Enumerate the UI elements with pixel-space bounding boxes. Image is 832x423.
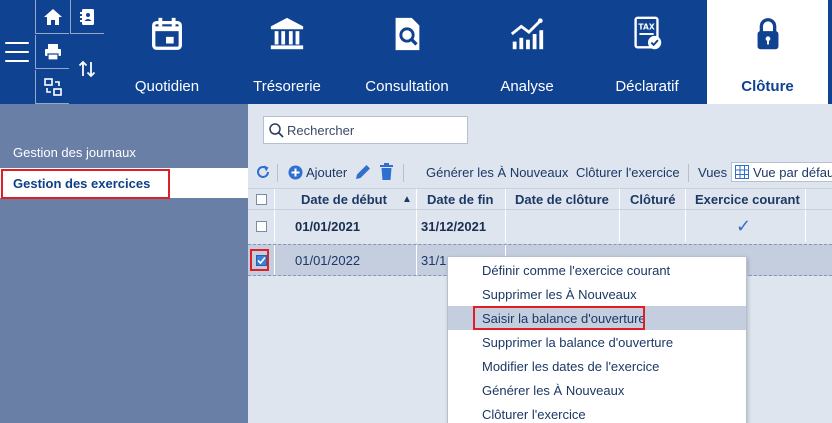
- select-all-checkbox[interactable]: [256, 189, 267, 209]
- add-icon[interactable]: [288, 165, 303, 180]
- quick-access-grid: [35, 0, 105, 104]
- home-icon[interactable]: [35, 0, 69, 34]
- tab-quotidien[interactable]: Quotidien: [108, 0, 226, 104]
- search-placeholder: Rechercher: [287, 122, 355, 138]
- sidebar: Gestion des journaux Gestion des exercic…: [0, 104, 248, 423]
- chart-growth-icon: [507, 14, 547, 54]
- menu-item-set-current[interactable]: Définir comme l'exercice courant: [448, 258, 746, 282]
- column-exercice-courant[interactable]: Exercice courant: [695, 189, 800, 209]
- sidebar-item-label: Gestion des journaux: [13, 144, 136, 160]
- tax-document-icon: TAX: [627, 14, 667, 54]
- menu-item-delete-a-nouveaux[interactable]: Supprimer les À Nouveaux: [448, 282, 746, 306]
- menu-item-generate-a-nouveaux[interactable]: Générer les À Nouveaux: [448, 378, 746, 402]
- address-book-icon[interactable]: [70, 0, 104, 34]
- tab-label: Quotidien: [134, 78, 200, 95]
- column-date-fin[interactable]: Date de fin: [427, 189, 493, 209]
- column-cloture[interactable]: Clôturé: [630, 189, 676, 209]
- tab-consultation[interactable]: Consultation: [346, 0, 468, 104]
- tab-label: Trésorerie: [253, 78, 321, 95]
- table-header: Date de début ▲ Date de fin Date de clôt…: [248, 188, 832, 210]
- svg-text:TAX: TAX: [638, 22, 654, 31]
- transfer-icon[interactable]: [35, 70, 69, 104]
- printer-icon[interactable]: [35, 35, 69, 69]
- sidebar-item-exercices[interactable]: Gestion des exercices: [0, 168, 248, 199]
- toolbar-separator: [277, 164, 278, 182]
- delete-trash-icon[interactable]: [379, 163, 394, 181]
- grid-view-icon: [735, 165, 749, 179]
- edit-pencil-icon[interactable]: [354, 163, 372, 181]
- tab-cloture[interactable]: Clôture: [707, 0, 828, 104]
- row-checkbox[interactable]: [256, 210, 267, 242]
- menu-item-enter-opening-balance[interactable]: Saisir la balance d'ouverture: [448, 306, 746, 330]
- refresh-icon[interactable]: [255, 164, 271, 180]
- column-divider: [274, 210, 275, 242]
- sort-arrows-icon[interactable]: [70, 52, 104, 86]
- column-divider: [685, 210, 686, 242]
- column-divider: [505, 189, 506, 209]
- column-divider: [685, 189, 686, 209]
- highlight-box: [250, 249, 269, 271]
- tab-tresorerie[interactable]: Trésorerie: [228, 0, 346, 104]
- column-divider: [416, 189, 417, 209]
- tab-label: Déclaratif: [615, 78, 679, 95]
- generate-a-nouveaux-button[interactable]: Générer les À Nouveaux: [426, 165, 568, 180]
- cell-date-debut: 01/01/2022: [295, 252, 361, 268]
- cell-date-fin: 31/1: [421, 252, 447, 268]
- column-divider: [619, 189, 620, 209]
- tab-label: Analyse: [500, 78, 554, 95]
- menu-item-delete-opening-balance[interactable]: Supprimer la balance d'ouverture: [448, 330, 746, 354]
- column-divider: [274, 189, 275, 209]
- calendar-icon: [147, 14, 187, 54]
- column-divider: [505, 210, 506, 242]
- search-input[interactable]: Rechercher: [263, 116, 468, 144]
- lock-icon: [748, 14, 788, 54]
- tab-declaratif[interactable]: TAX Déclaratif: [588, 0, 706, 104]
- column-divider: [805, 189, 806, 209]
- menu-item-close-exercise[interactable]: Clôturer l'exercice: [448, 402, 746, 423]
- views-label: Vues: [698, 165, 728, 180]
- tab-analyse[interactable]: Analyse: [468, 0, 586, 104]
- add-button[interactable]: Ajouter: [306, 165, 347, 180]
- menu-item-edit-dates[interactable]: Modifier les dates de l'exercice: [448, 354, 746, 378]
- bank-icon: [267, 14, 307, 54]
- view-select[interactable]: Vue par défaut: [731, 162, 832, 182]
- table-row[interactable]: 01/01/2021 31/12/2021 ✓: [248, 210, 832, 242]
- toolbar-separator: [688, 164, 689, 182]
- sidebar-item-journaux[interactable]: Gestion des journaux: [0, 137, 248, 167]
- column-divider: [274, 245, 275, 275]
- current-checkmark-icon: ✓: [736, 215, 752, 236]
- cell-date-debut: 01/01/2021: [295, 218, 361, 234]
- column-divider: [805, 210, 806, 242]
- column-divider: [416, 210, 417, 242]
- document-search-icon: [387, 14, 427, 54]
- toolbar-separator: [403, 164, 404, 182]
- column-date-debut[interactable]: Date de début: [301, 189, 387, 209]
- sort-ascending-icon[interactable]: ▲: [402, 189, 412, 209]
- context-menu: Définir comme l'exercice courant Supprim…: [447, 256, 747, 423]
- search-icon: [269, 123, 284, 138]
- highlight-box: [473, 306, 645, 330]
- tab-label: Consultation: [365, 78, 449, 95]
- toolbar: Ajouter Générer les À Nouveaux Clôturer …: [248, 160, 832, 186]
- column-divider: [416, 245, 417, 275]
- view-select-value: Vue par défaut: [753, 164, 832, 180]
- column-divider: [619, 210, 620, 242]
- column-date-cloture[interactable]: Date de clôture: [515, 189, 609, 209]
- top-navigation-bar: Quotidien Trésorerie Consultation Analys…: [0, 0, 832, 104]
- tab-label: Clôture: [741, 78, 794, 95]
- cell-date-fin: 31/12/2021: [421, 218, 487, 234]
- close-exercise-button[interactable]: Clôturer l'exercice: [576, 165, 680, 180]
- hamburger-icon[interactable]: [5, 42, 29, 62]
- highlight-box: [1, 169, 170, 199]
